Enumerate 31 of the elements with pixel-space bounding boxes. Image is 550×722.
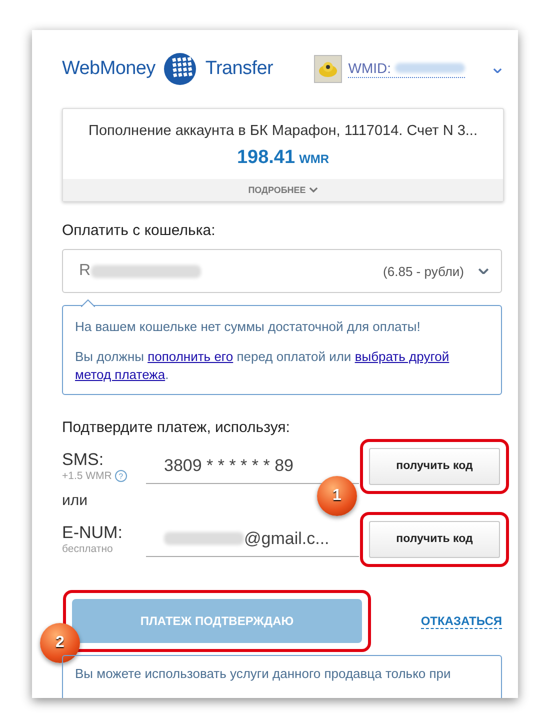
method-name: SMS: (62, 450, 105, 470)
method-note: +1.5 WMR (62, 470, 112, 482)
step-marker: 1 (317, 476, 357, 516)
avatar-icon (314, 55, 342, 83)
notice-text: Вы можете использовать услуги данного продавца только при (75, 666, 451, 681)
wmid-link[interactable]: WMID: (348, 60, 465, 78)
or-text: или (62, 492, 88, 509)
method-name: E-NUM: (62, 523, 124, 543)
get-code-button[interactable]: получить код (369, 448, 500, 484)
get-code-button[interactable]: получить код (369, 520, 500, 558)
wallet-select[interactable]: R (6.85 - рубли) (62, 249, 502, 293)
method-note: бесплатно (62, 543, 113, 555)
chevron-down-icon (308, 187, 318, 193)
logo-text: WebMoney (62, 58, 156, 80)
other-method-link[interactable]: метод платежа (75, 367, 166, 382)
globe-logo-icon (163, 52, 198, 86)
top-up-link[interactable]: пополнить его (148, 349, 234, 364)
chevron-down-icon (478, 268, 489, 274)
details-toggle[interactable]: ПОДРОБНЕЕ (63, 179, 503, 201)
other-method-link[interactable]: выбрать другой (354, 349, 450, 364)
wallet-label: Оплатить с кошелька: (62, 222, 216, 239)
step-marker: 2 (40, 623, 80, 663)
contact-field[interactable]: @gmail.c... (146, 521, 359, 557)
notice-text: На вашем кошельке нет суммы достаточной для оплаты! (75, 318, 422, 336)
confirm-label: Подтвердите платеж, используя: (62, 419, 291, 436)
currency: WMR (299, 152, 330, 166)
notice-text: Вы должны пополнить его перед оплатой или выбрать другой метод платежа. (75, 348, 450, 384)
amount: 198.41 (236, 147, 296, 168)
invoice-description: Пополнение аккаунта в БК Марафон, 1117014. Счет N 3... (88, 122, 478, 141)
dropdown-caret-icon (493, 68, 502, 73)
logo-text: Transfer (205, 58, 273, 80)
